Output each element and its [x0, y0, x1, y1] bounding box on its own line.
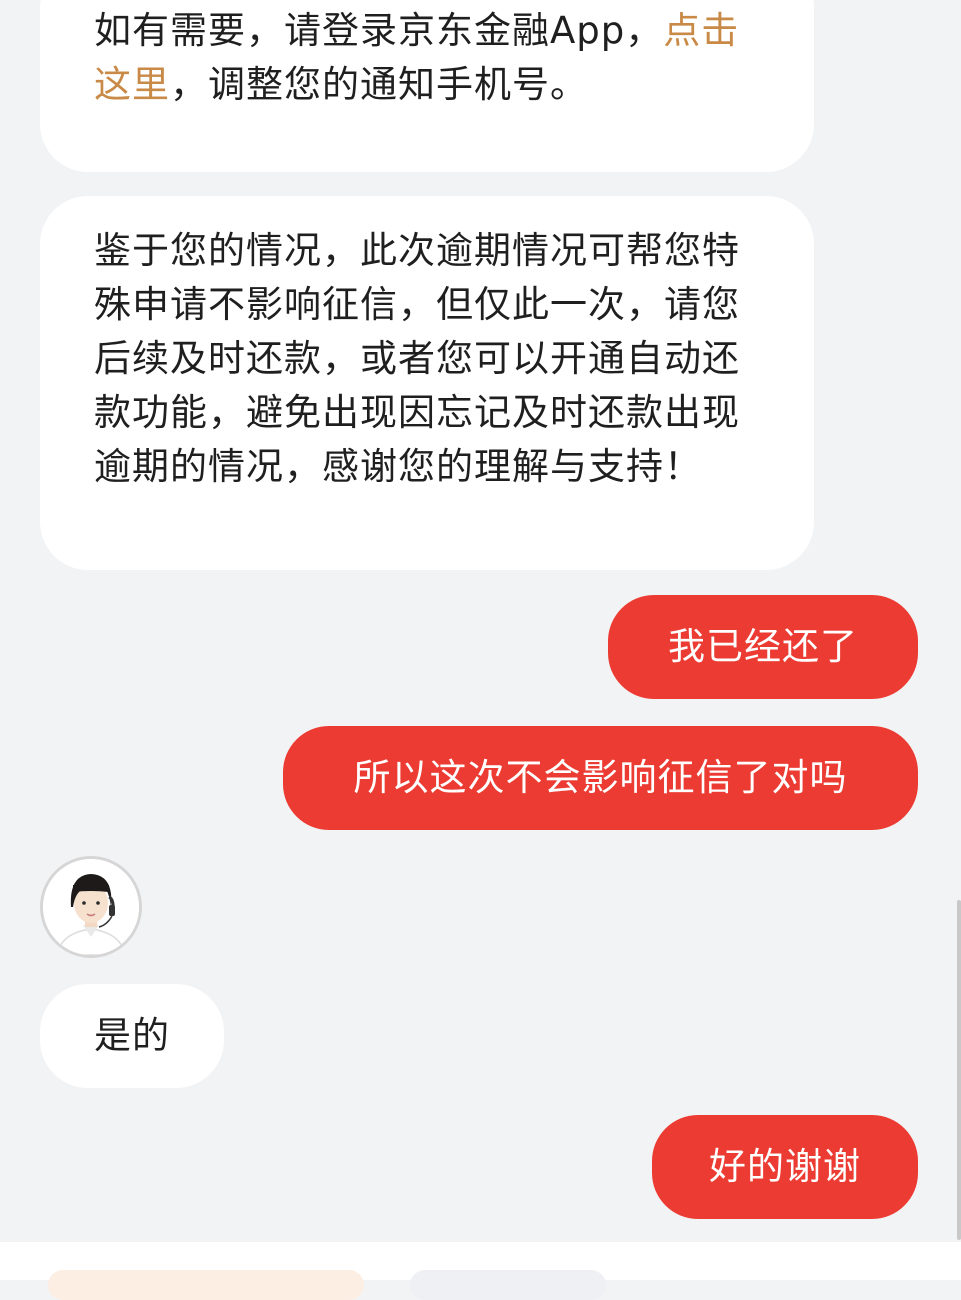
message-text: 我已经还了	[668, 625, 858, 668]
agent-avatar[interactable]	[40, 856, 142, 958]
agent-headset-avatar-icon	[43, 859, 139, 955]
quick-action-chip[interactable]	[48, 1270, 364, 1300]
agent-message: 鉴于您的情况，此次逾期情况可帮您特殊申请不影响征信，但仅此一次，请您后续及时还款…	[40, 196, 814, 570]
scrollbar[interactable]	[957, 900, 961, 1240]
message-text: ，调整您的通知手机号。	[170, 63, 588, 106]
message-text: 所以这次不会影响征信了对吗	[353, 756, 848, 799]
quick-action-bar	[0, 1242, 961, 1300]
agent-message: 是的	[40, 984, 224, 1088]
user-message: 我已经还了	[608, 595, 918, 699]
user-message: 好的谢谢	[652, 1115, 918, 1219]
quick-action-chip[interactable]	[410, 1270, 606, 1300]
message-text: 鉴于您的情况，此次逾期情况可帮您特殊申请不影响征信，但仅此一次，请您后续及时还款…	[94, 229, 740, 488]
message-text: 是的	[94, 1014, 170, 1057]
chat-thread[interactable]: 如有需要，请登录京东金融App，点击这里，调整您的通知手机号。 鉴于您的情况，此…	[0, 0, 961, 1242]
agent-message: 如有需要，请登录京东金融App，点击这里，调整您的通知手机号。	[40, 0, 814, 172]
message-text: 好的谢谢	[709, 1145, 861, 1188]
user-message: 所以这次不会影响征信了对吗	[283, 726, 918, 830]
message-text: 如有需要，请登录京东金融App，	[94, 9, 664, 52]
